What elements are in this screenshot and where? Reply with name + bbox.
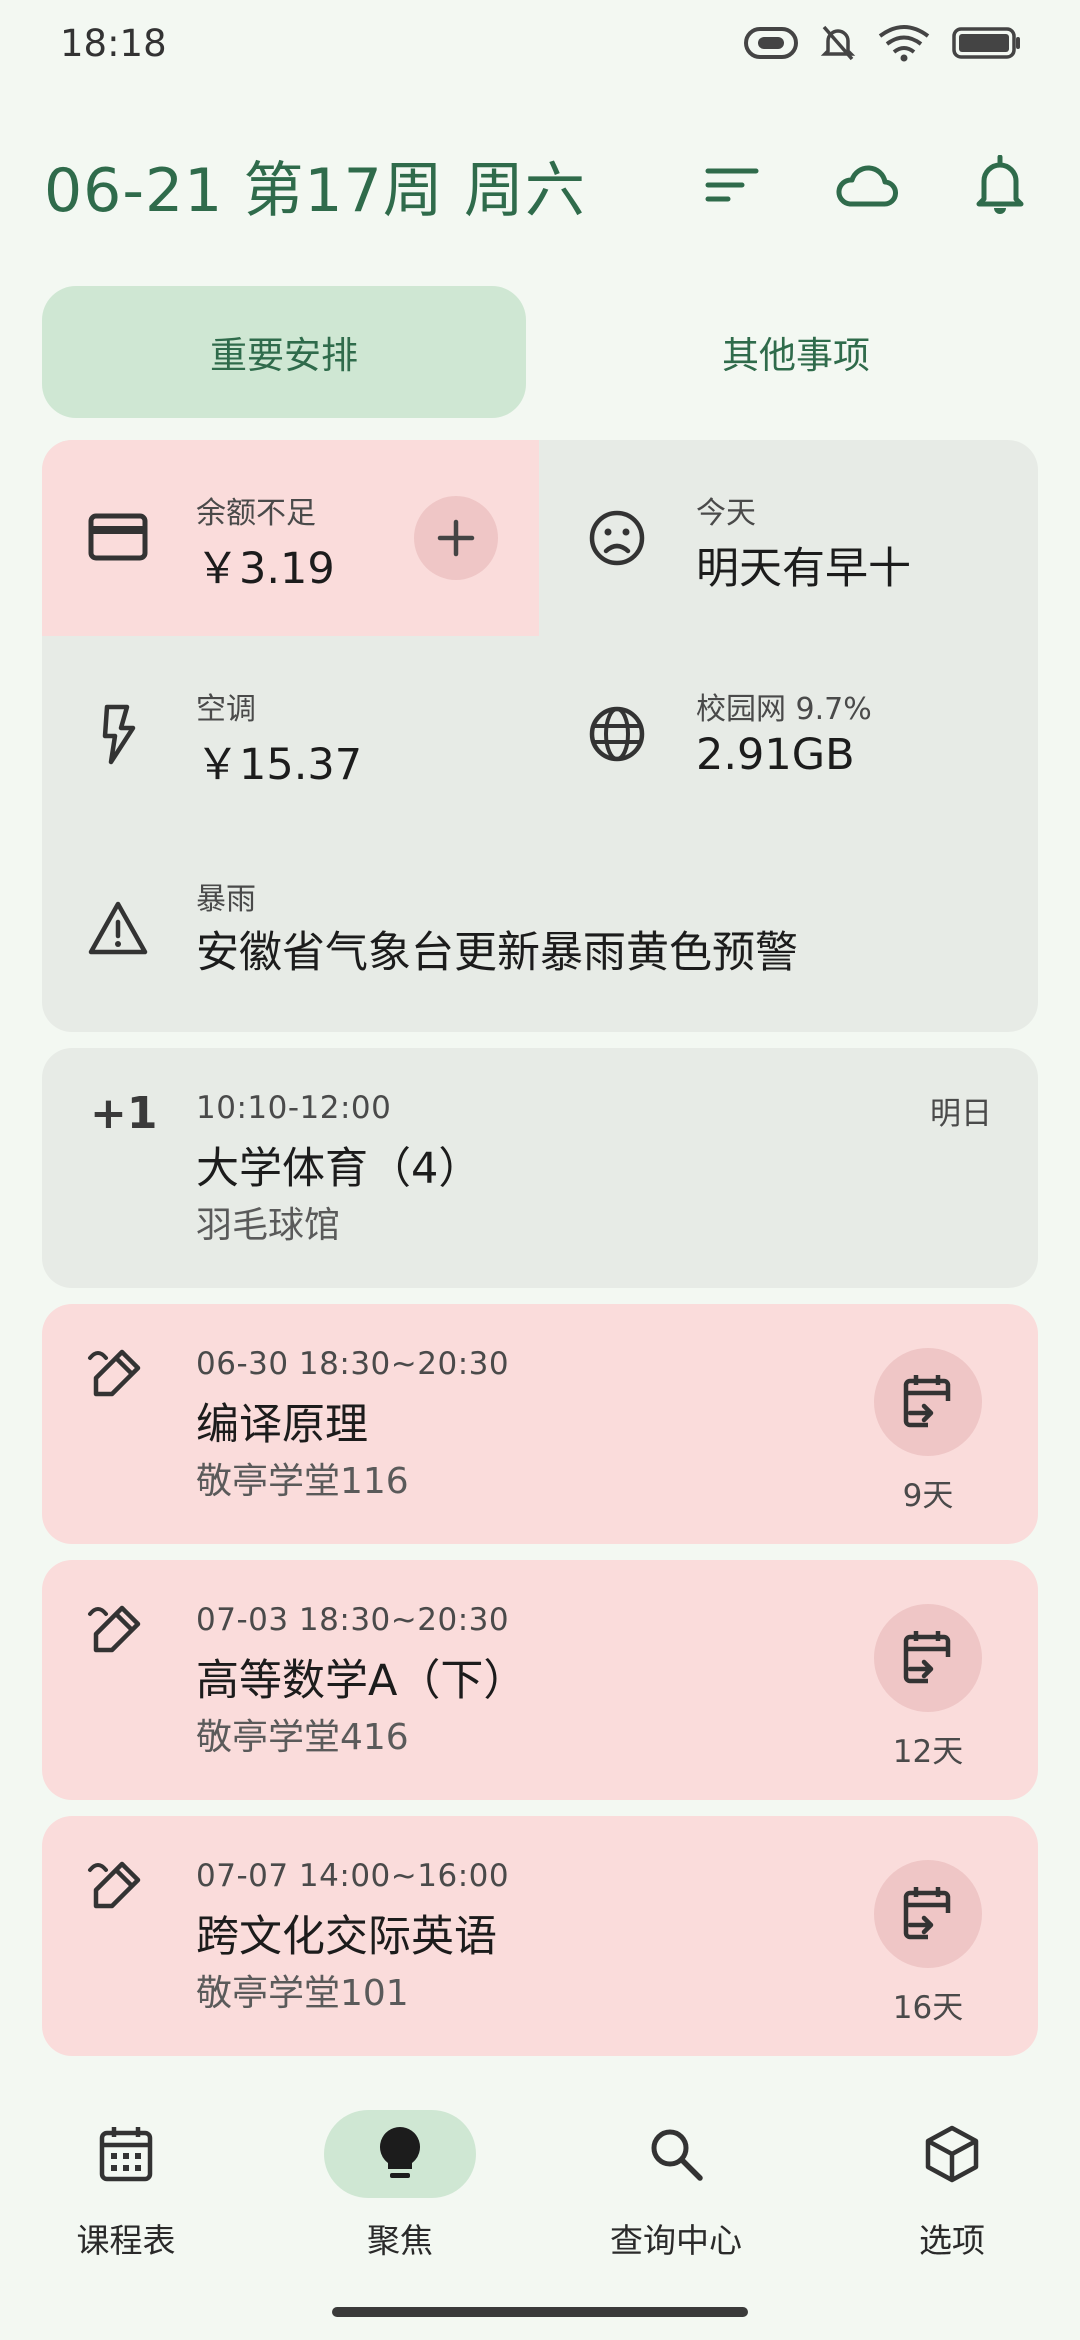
- bottom-nav: 课程表 聚焦 查询中心 选项: [0, 2090, 1080, 2290]
- weather-section[interactable]: 暴雨 安徽省气象台更新暴雨黄色预警: [42, 832, 1038, 1032]
- page-title: 06-21 第17周 周六: [44, 155, 586, 226]
- status-icons: [744, 23, 1022, 63]
- header: 06-21 第17周 周六: [0, 140, 1080, 230]
- exam-card[interactable]: 07-03 18:30~20:30 高等数学A（下） 敬亭学堂416 12天: [42, 1560, 1038, 1800]
- countdown-text: 12天: [892, 1734, 964, 1770]
- nav-focus[interactable]: 聚焦: [300, 2110, 500, 2260]
- notification-button[interactable]: [966, 151, 1034, 219]
- nav-schedule[interactable]: 课程表: [26, 2110, 226, 2260]
- countdown-button[interactable]: [874, 1604, 982, 1712]
- nav-schedule-pill: [50, 2110, 202, 2198]
- nfc-icon: [744, 27, 798, 59]
- aircon-value: ￥15.37: [196, 740, 363, 790]
- sort-icon: [705, 168, 759, 202]
- exam-card[interactable]: 06-30 18:30~20:30 编译原理 敬亭学堂116 9天: [42, 1304, 1038, 1544]
- nav-focus-label: 聚焦: [367, 2221, 433, 2260]
- status-time: 18:18: [60, 21, 167, 65]
- weather-value: 安徽省气象台更新暴雨黄色预警: [196, 928, 798, 978]
- calendar-arrow-icon: [903, 1631, 951, 1684]
- cube-icon: [925, 2125, 979, 2183]
- today-label: 今天: [696, 496, 756, 531]
- nav-query-pill: [600, 2110, 752, 2198]
- aircon-section[interactable]: 空调 ￥15.37: [42, 636, 539, 832]
- exam-pen-icon: [86, 1600, 146, 1664]
- status-bar: 18:18: [0, 0, 1080, 86]
- exam-title: 高等数学A（下）: [196, 1656, 527, 1706]
- cloud-sync-button[interactable]: [832, 151, 900, 219]
- balance-label: 余额不足: [196, 496, 316, 531]
- course-place: 羽毛球馆: [196, 1205, 341, 1246]
- nav-options[interactable]: 选项: [852, 2110, 1052, 2260]
- search-icon: [651, 2129, 703, 2181]
- nav-options-label: 选项: [919, 2221, 985, 2260]
- lightbulb-icon: [380, 2127, 420, 2178]
- exam-time: 07-03 18:30~20:30: [196, 1602, 510, 1638]
- bell-icon: [976, 155, 1024, 214]
- network-label: 校园网 9.7%: [696, 692, 872, 727]
- course-day-label: 明日: [930, 1096, 992, 1132]
- tab-important[interactable]: 重要安排: [42, 286, 526, 418]
- lightning-icon: [94, 702, 144, 768]
- nav-query-label: 查询中心: [610, 2221, 742, 2260]
- nav-query[interactable]: 查询中心: [576, 2110, 776, 2260]
- exam-title: 编译原理: [196, 1400, 368, 1450]
- recharge-button[interactable]: [414, 496, 498, 580]
- cloud-icon: [836, 165, 898, 207]
- balance-value: ￥3.19: [196, 544, 335, 594]
- info-card: 余额不足 ￥3.19 今天 明天有早十 空调 ￥15.37 校园网 9.7% 2…: [42, 440, 1038, 1032]
- calendar-arrow-icon: [903, 1887, 951, 1940]
- aircon-label: 空调: [196, 692, 256, 727]
- countdown-button[interactable]: [874, 1860, 982, 1968]
- exam-pen-icon: [86, 1856, 146, 1920]
- wifi-icon: [878, 25, 930, 62]
- day-offset-badge: +1: [90, 1088, 158, 1139]
- tab-other[interactable]: 其他事项: [554, 286, 1038, 418]
- exam-time: 07-07 14:00~16:00: [196, 1858, 510, 1894]
- course-card[interactable]: +1 10:10-12:00 大学体育（4） 羽毛球馆 明日: [42, 1048, 1038, 1288]
- warning-icon: [86, 898, 150, 958]
- network-section[interactable]: 校园网 9.7% 2.91GB: [539, 636, 1038, 832]
- sad-face-icon: [587, 508, 647, 568]
- calendar-icon: [99, 2127, 153, 2182]
- nav-schedule-label: 课程表: [76, 2221, 176, 2260]
- tab-bar: 重要安排 其他事项: [42, 286, 1038, 418]
- countdown-text: 16天: [892, 1990, 964, 2026]
- home-indicator[interactable]: [332, 2307, 748, 2317]
- credit-card-icon: [88, 510, 148, 564]
- exam-time: 06-30 18:30~20:30: [196, 1346, 510, 1382]
- nav-options-pill: [876, 2110, 1028, 2198]
- globe-icon: [587, 704, 647, 764]
- mute-icon: [820, 25, 856, 61]
- exam-title: 跨文化交际英语: [196, 1912, 497, 1962]
- calendar-arrow-icon: [903, 1375, 951, 1428]
- exam-place: 敬亭学堂416: [196, 1717, 409, 1758]
- exam-place: 敬亭学堂101: [196, 1973, 409, 2014]
- countdown-button[interactable]: [874, 1348, 982, 1456]
- battery-icon: [952, 27, 1020, 59]
- network-value: 2.91GB: [696, 730, 855, 780]
- plus-icon: [437, 519, 475, 557]
- countdown-text: 9天: [902, 1478, 954, 1514]
- weather-label: 暴雨: [196, 882, 256, 917]
- exam-pen-icon: [86, 1344, 146, 1408]
- course-title: 大学体育（4）: [196, 1144, 482, 1194]
- today-value: 明天有早十: [696, 544, 911, 594]
- today-section[interactable]: 今天 明天有早十: [539, 440, 1038, 636]
- header-actions: [698, 151, 1034, 219]
- exam-place: 敬亭学堂116: [196, 1461, 409, 1502]
- balance-section: 余额不足 ￥3.19: [42, 440, 539, 636]
- nav-focus-pill: [324, 2110, 476, 2198]
- sort-button[interactable]: [698, 151, 766, 219]
- course-time: 10:10-12:00: [196, 1090, 392, 1126]
- exam-card[interactable]: 07-07 14:00~16:00 跨文化交际英语 敬亭学堂101 16天: [42, 1816, 1038, 2056]
